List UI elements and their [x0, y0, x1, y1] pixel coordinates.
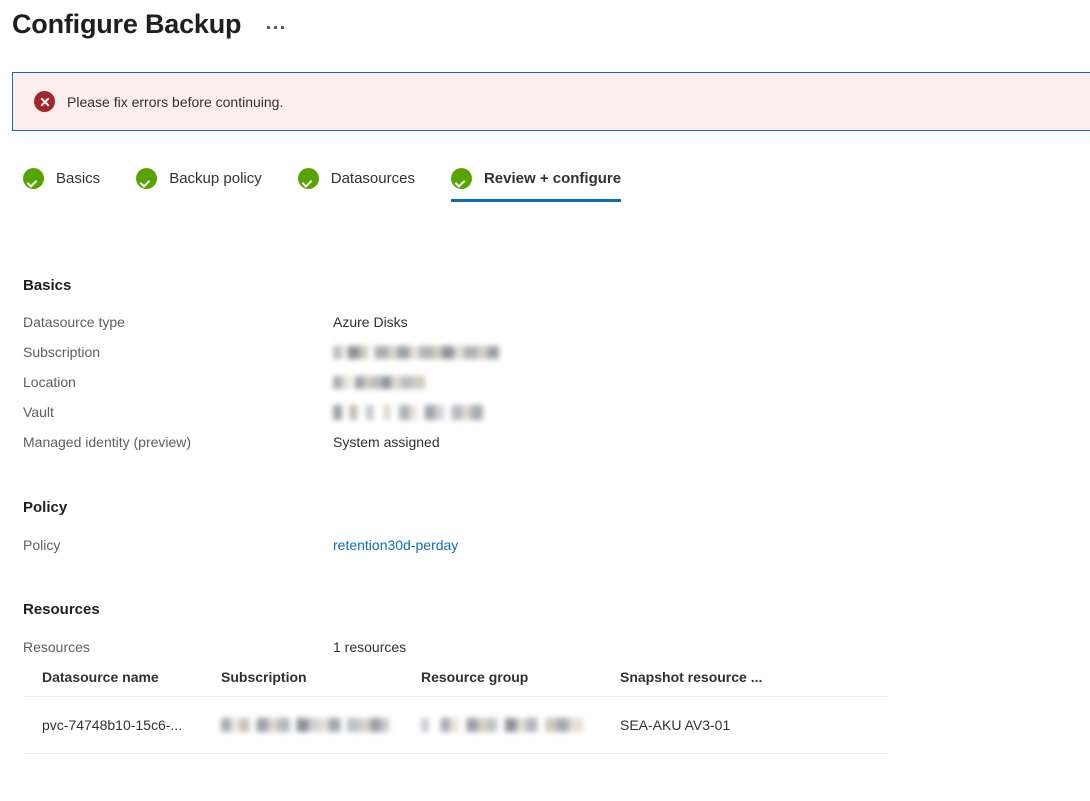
column-header-datasource-name[interactable]: Datasource name: [23, 669, 221, 685]
detail-value: 1 resources: [333, 639, 407, 655]
tab-label: Datasources: [330, 170, 415, 187]
detail-value: System assigned: [333, 434, 440, 450]
column-header-snapshot-resource-group[interactable]: Snapshot resource ...: [620, 669, 869, 685]
page-title: Configure Backup: [12, 8, 242, 39]
detail-value-redacted: [333, 374, 425, 390]
tab-label: Backup policy: [169, 170, 262, 187]
more-options-icon[interactable]: [263, 20, 288, 35]
redacted-value: [421, 718, 583, 733]
column-header-subscription[interactable]: Subscription: [221, 669, 421, 685]
detail-row: Managed identity (preview) System assign…: [23, 434, 499, 464]
detail-row: Subscription: [23, 344, 499, 374]
column-header-resource-group[interactable]: Resource group: [421, 669, 620, 685]
tab-backup-policy[interactable]: Backup policy: [136, 162, 262, 202]
basics-details-list: Datasource type Azure Disks Subscription…: [23, 314, 499, 464]
cell-datasource-name: pvc-74748b10-15c6-...: [42, 717, 183, 733]
section-heading-basics: Basics: [23, 277, 72, 294]
detail-row: Vault: [23, 404, 499, 434]
tab-datasources[interactable]: Datasources: [297, 162, 415, 202]
error-banner: Please fix errors before continuing.: [12, 72, 1090, 131]
detail-row: Location: [23, 374, 499, 404]
error-banner-message: Please fix errors before continuing.: [67, 93, 284, 110]
section-heading-policy: Policy: [23, 499, 68, 516]
cell-resource-group: [421, 717, 620, 733]
detail-label: Subscription: [23, 344, 101, 360]
check-circle-icon: [450, 168, 472, 189]
detail-label: Datasource type: [23, 314, 125, 330]
redacted-value: [333, 404, 483, 420]
ellipsis-dot: [274, 25, 278, 29]
cell-subscription: [221, 717, 421, 733]
detail-label: Managed identity (preview): [23, 434, 192, 450]
table-row[interactable]: pvc-74748b10-15c6-... SEA-AKU AV3-01: [23, 697, 888, 754]
ellipsis-dot: [281, 25, 285, 29]
policy-details-list: Policy retention30d-perday: [23, 537, 458, 567]
cell-snapshot-resource-group: SEA-AKU AV3-01: [620, 717, 731, 733]
check-circle-icon: [136, 168, 158, 189]
detail-row: Resources 1 resources: [23, 639, 406, 669]
section-heading-resources: Resources: [23, 601, 100, 618]
tab-basics[interactable]: Basics: [23, 162, 100, 202]
detail-row: Datasource type Azure Disks: [23, 314, 499, 344]
wizard-tabs: Basics Backup policy Datasources Review …: [23, 162, 657, 202]
check-circle-icon: [23, 168, 44, 189]
detail-value-redacted: [333, 344, 499, 360]
detail-value: Azure Disks: [333, 314, 408, 330]
ellipsis-dot: [267, 25, 271, 29]
redacted-value: [333, 345, 499, 359]
table-header-row: Datasource name Subscription Resource gr…: [23, 669, 888, 697]
detail-value-redacted: [333, 404, 483, 421]
redacted-value: [221, 718, 389, 733]
detail-label: Vault: [23, 404, 54, 420]
detail-row: Policy retention30d-perday: [23, 537, 458, 567]
detail-label: Location: [23, 374, 76, 390]
check-circle-icon: [297, 168, 319, 189]
resources-details-list: Resources 1 resources: [23, 639, 406, 669]
redacted-value: [333, 375, 425, 389]
tab-review-configure[interactable]: Review + configure: [450, 162, 622, 202]
page-header: Configure Backup: [12, 0, 288, 48]
tab-label: Basics: [56, 170, 101, 187]
detail-label: Resources: [23, 639, 90, 655]
resources-table: Datasource name Subscription Resource gr…: [23, 669, 888, 754]
detail-label: Policy: [23, 537, 61, 553]
error-circle-x-icon: [34, 91, 55, 112]
policy-link[interactable]: retention30d-perday: [333, 537, 458, 553]
tab-label: Review + configure: [483, 170, 622, 187]
